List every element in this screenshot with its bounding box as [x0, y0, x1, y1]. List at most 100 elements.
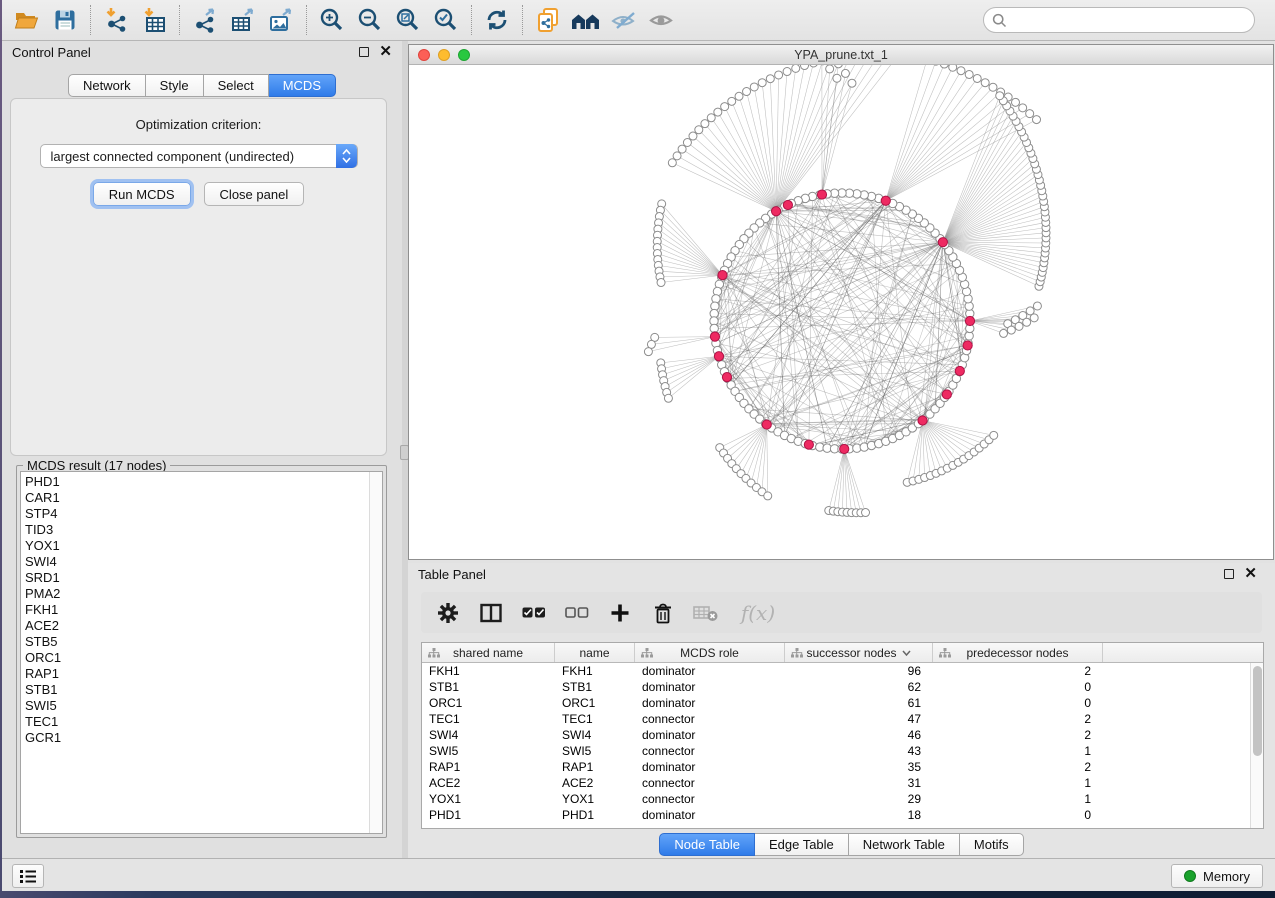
- close-table-panel-icon[interactable]: ✕: [1244, 569, 1257, 579]
- network-node[interactable]: [981, 79, 989, 87]
- column-header-mcds-role[interactable]: MCDS role: [635, 643, 785, 662]
- column-header-successor-nodes[interactable]: successor nodes: [785, 643, 933, 662]
- column-header-name[interactable]: name: [555, 643, 635, 662]
- table-settings-button[interactable]: [435, 600, 461, 626]
- table-scrollbar[interactable]: [1250, 663, 1263, 828]
- table-row[interactable]: YOX1YOX1connector291: [422, 791, 1250, 807]
- network-node[interactable]: [728, 97, 736, 105]
- tab-mcds[interactable]: MCDS: [269, 74, 336, 97]
- network-node[interactable]: [833, 74, 841, 82]
- network-node[interactable]: [783, 68, 791, 76]
- mcds-result-item[interactable]: PHD1: [25, 474, 369, 490]
- network-node[interactable]: [989, 83, 997, 91]
- open-file-button[interactable]: [8, 3, 46, 37]
- mcds-result-item[interactable]: RAP1: [25, 666, 369, 682]
- network-node[interactable]: [750, 83, 758, 91]
- float-table-panel-icon[interactable]: [1224, 569, 1234, 579]
- network-node[interactable]: [721, 103, 729, 111]
- network-node[interactable]: [707, 114, 715, 122]
- global-search-input[interactable]: [1012, 13, 1246, 27]
- network-node[interactable]: [673, 152, 681, 160]
- mcds-result-item[interactable]: SWI4: [25, 554, 369, 570]
- show-columns-button[interactable]: [478, 600, 504, 626]
- mcds-result-item[interactable]: GCR1: [25, 730, 369, 746]
- table-scrollbar-thumb[interactable]: [1253, 666, 1262, 756]
- network-node[interactable]: [834, 65, 842, 68]
- tab-node-table[interactable]: Node Table: [659, 833, 755, 856]
- mcds-result-item[interactable]: SWI5: [25, 698, 369, 714]
- mcds-result-item[interactable]: CAR1: [25, 490, 369, 506]
- mcds-dominator-node[interactable]: [817, 190, 826, 199]
- network-node[interactable]: [957, 67, 965, 75]
- mcds-dominator-node[interactable]: [965, 316, 974, 325]
- network-node[interactable]: [1033, 302, 1041, 310]
- run-mcds-button[interactable]: Run MCDS: [93, 182, 191, 206]
- save-session-button[interactable]: [46, 3, 84, 37]
- mcds-dominator-node[interactable]: [722, 373, 731, 382]
- mcds-dominator-node[interactable]: [771, 207, 780, 216]
- import-network-button[interactable]: [97, 3, 135, 37]
- network-node[interactable]: [1030, 314, 1038, 322]
- mcds-dominator-node[interactable]: [714, 352, 723, 361]
- network-node[interactable]: [826, 65, 834, 73]
- task-history-button[interactable]: [12, 864, 44, 888]
- network-node[interactable]: [801, 65, 809, 70]
- mcds-result-item[interactable]: ACE2: [25, 618, 369, 634]
- network-node[interactable]: [735, 92, 743, 100]
- export-table-button[interactable]: [224, 3, 262, 37]
- table-row[interactable]: FKH1FKH1dominator962: [422, 663, 1250, 679]
- table-row[interactable]: SWI5SWI5connector431: [422, 743, 1250, 759]
- network-window-titlebar[interactable]: YPA_prune.txt_1: [409, 45, 1273, 65]
- network-node[interactable]: [668, 159, 676, 167]
- delete-row-button[interactable]: [650, 600, 676, 626]
- export-image-button[interactable]: [262, 3, 300, 37]
- network-node[interactable]: [990, 431, 998, 439]
- zoom-out-button[interactable]: [351, 3, 389, 37]
- mcds-dominator-node[interactable]: [881, 196, 890, 205]
- table-row[interactable]: STB1STB1dominator620: [422, 679, 1250, 695]
- network-node[interactable]: [1011, 98, 1019, 106]
- mcds-result-item[interactable]: STB5: [25, 634, 369, 650]
- tab-network-table[interactable]: Network Table: [849, 833, 960, 856]
- first-neighbors-button[interactable]: [567, 3, 605, 37]
- refresh-layout-button[interactable]: [478, 3, 516, 37]
- zoom-in-button[interactable]: [313, 3, 351, 37]
- deselect-all-button[interactable]: [564, 600, 590, 626]
- mcds-result-item[interactable]: TEC1: [25, 714, 369, 730]
- mcds-result-item[interactable]: STP4: [25, 506, 369, 522]
- mcds-dominator-node[interactable]: [963, 341, 972, 350]
- table-row[interactable]: ORC1ORC1dominator610: [422, 695, 1250, 711]
- mcds-dominator-node[interactable]: [955, 366, 964, 375]
- network-node[interactable]: [792, 65, 800, 72]
- delete-table-button[interactable]: [693, 600, 719, 626]
- network-node[interactable]: [949, 65, 957, 71]
- mcds-dominator-node[interactable]: [718, 271, 727, 280]
- column-header-predecessor-nodes[interactable]: predecessor nodes: [933, 643, 1103, 662]
- network-node[interactable]: [1019, 104, 1027, 112]
- network-node[interactable]: [689, 132, 697, 140]
- table-row[interactable]: PHD1PHD1dominator180: [422, 807, 1250, 823]
- network-node[interactable]: [1026, 110, 1034, 118]
- column-header-shared-name[interactable]: shared name: [422, 643, 555, 662]
- tab-edge-table[interactable]: Edge Table: [755, 833, 849, 856]
- close-panel-icon[interactable]: ✕: [379, 47, 392, 57]
- mcds-dominator-node[interactable]: [938, 238, 947, 247]
- network-node[interactable]: [657, 279, 665, 287]
- apply-function-button[interactable]: f(x): [736, 600, 780, 626]
- table-row[interactable]: SWI4SWI4dominator462: [422, 727, 1250, 743]
- network-node[interactable]: [862, 509, 870, 517]
- mcds-dominator-node[interactable]: [840, 444, 849, 453]
- table-row[interactable]: RAP1RAP1dominator352: [422, 759, 1250, 775]
- tab-motifs[interactable]: Motifs: [960, 833, 1024, 856]
- network-node[interactable]: [940, 65, 948, 68]
- zoom-fit-button[interactable]: [389, 3, 427, 37]
- network-node[interactable]: [758, 79, 766, 87]
- close-panel-button[interactable]: Close panel: [204, 182, 305, 206]
- mcds-result-item[interactable]: STB1: [25, 682, 369, 698]
- mcds-dominator-node[interactable]: [918, 416, 927, 425]
- network-node[interactable]: [1007, 326, 1015, 334]
- tab-select[interactable]: Select: [204, 74, 269, 97]
- network-node[interactable]: [1000, 329, 1008, 337]
- mcds-result-item[interactable]: YOX1: [25, 538, 369, 554]
- hide-selected-button[interactable]: [605, 3, 643, 37]
